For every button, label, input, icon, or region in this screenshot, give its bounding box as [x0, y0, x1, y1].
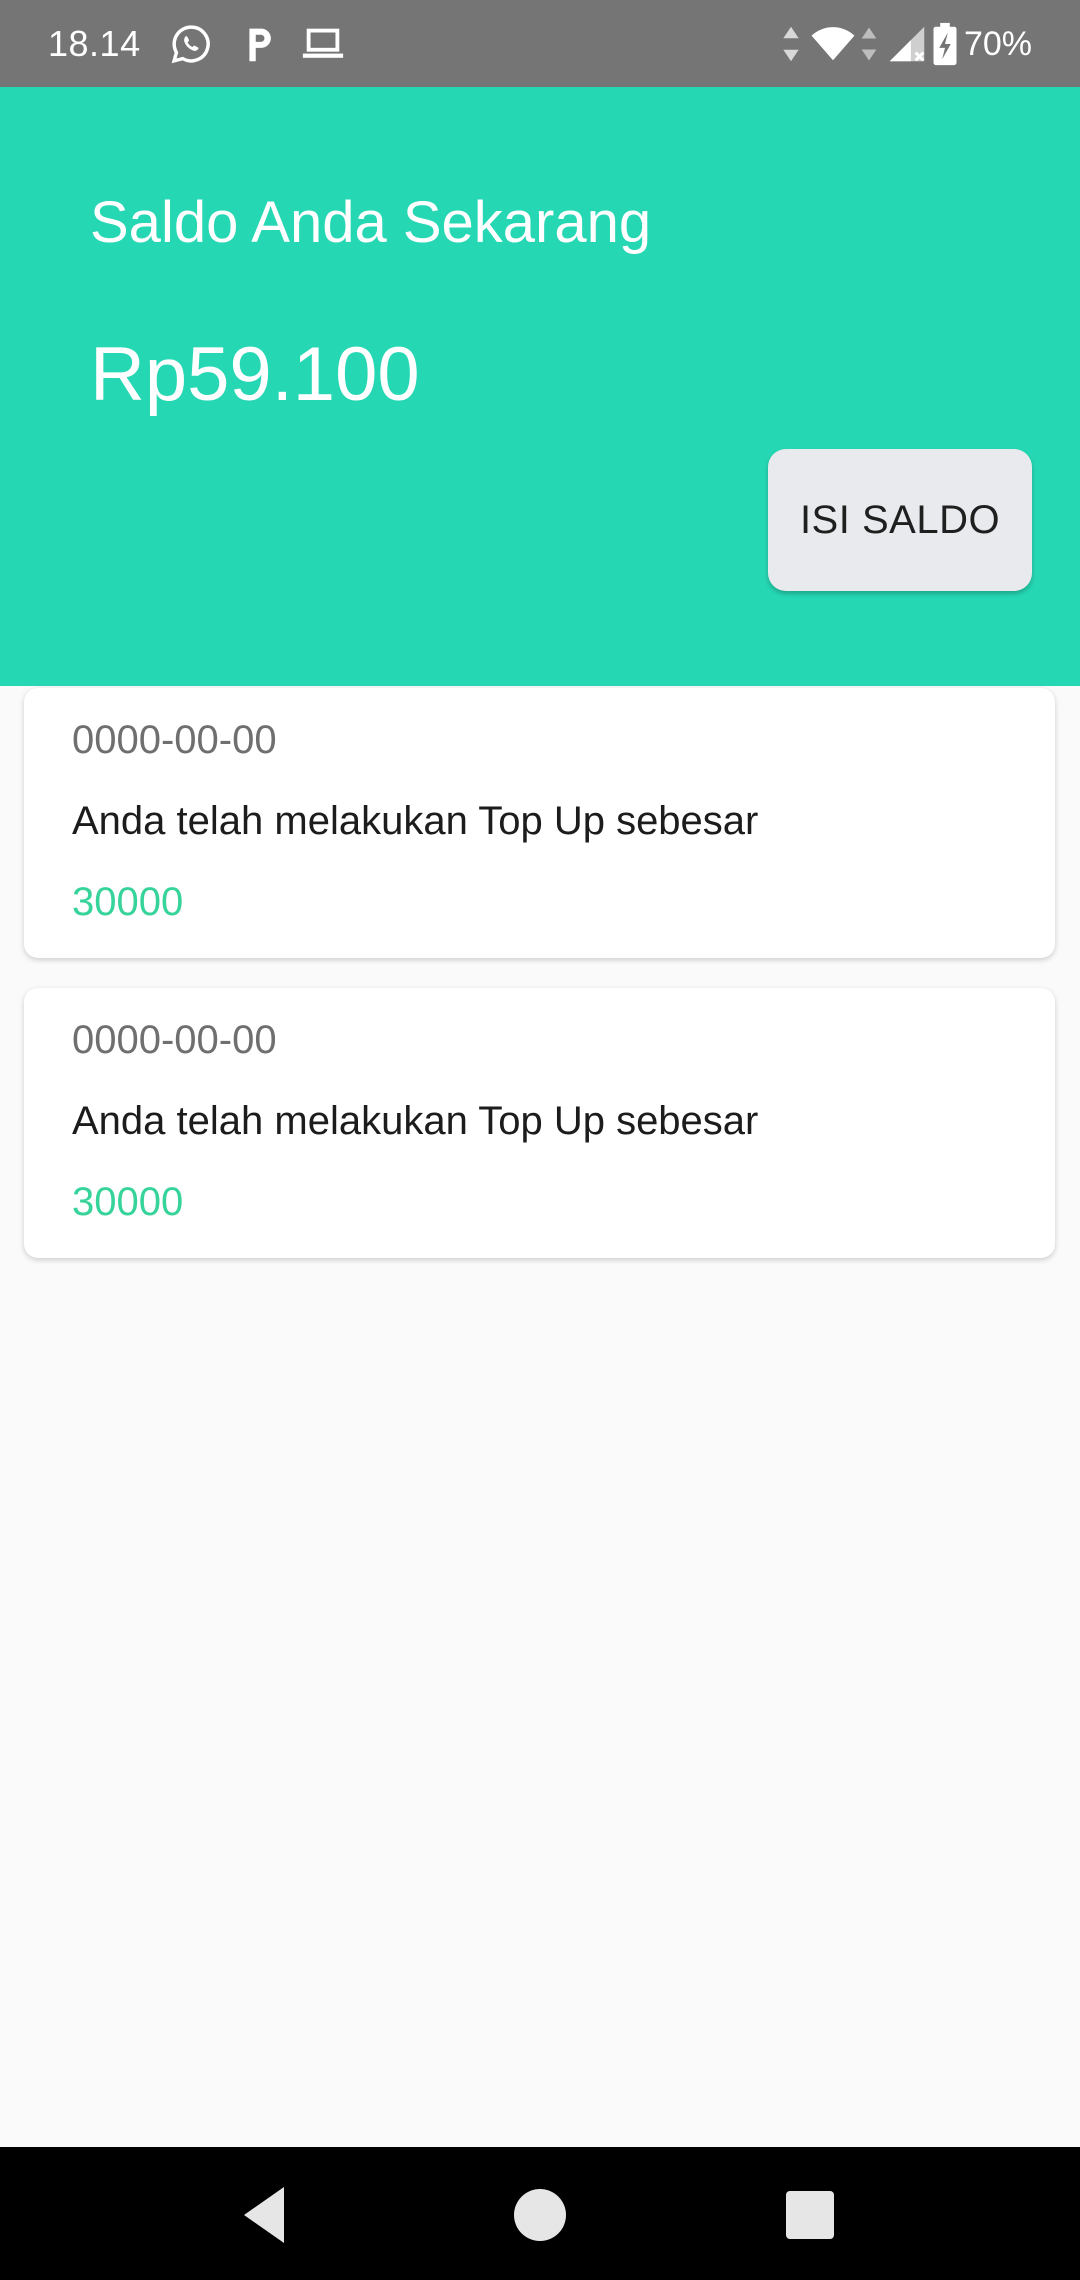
transaction-card[interactable]: 0000-00-00 Anda telah melakukan Top Up s…	[24, 988, 1055, 1258]
transaction-amount: 30000	[72, 880, 184, 924]
transaction-amount: 30000	[72, 1180, 184, 1224]
transaction-description: Anda telah melakukan Top Up sebesar	[72, 799, 759, 843]
topup-button[interactable]: ISI SALDO	[768, 449, 1032, 591]
whatsapp-icon	[168, 21, 214, 67]
laptop-icon	[300, 21, 346, 67]
status-bar: 18.14 70%	[0, 0, 1080, 87]
balance-amount: Rp59.100	[90, 332, 420, 417]
balance-title: Saldo Anda Sekarang	[90, 190, 652, 255]
wifi-icon	[806, 21, 860, 67]
back-icon[interactable]	[228, 2175, 308, 2255]
recents-icon[interactable]	[770, 2175, 850, 2255]
balance-header: Saldo Anda Sekarang Rp59.100 ISI SALDO	[0, 87, 1080, 686]
battery-icon	[930, 21, 960, 67]
cell-signal-icon	[884, 21, 930, 67]
data-arrows-icon-2	[858, 21, 880, 67]
transaction-card[interactable]: 0000-00-00 Anda telah melakukan Top Up s…	[24, 688, 1055, 958]
p-app-icon	[236, 21, 282, 67]
status-time: 18.14	[48, 23, 141, 64]
transaction-description: Anda telah melakukan Top Up sebesar	[72, 1099, 759, 1143]
navigation-bar	[0, 2147, 1080, 2280]
battery-percent: 70%	[963, 25, 1032, 63]
screen: 18.14 70% Saldo Anda Sekarang Rp59.100 I…	[0, 0, 1080, 2280]
home-icon[interactable]	[500, 2175, 580, 2255]
transaction-date: 0000-00-00	[72, 718, 277, 762]
data-arrows-icon	[778, 21, 804, 67]
transaction-date: 0000-00-00	[72, 1018, 277, 1062]
